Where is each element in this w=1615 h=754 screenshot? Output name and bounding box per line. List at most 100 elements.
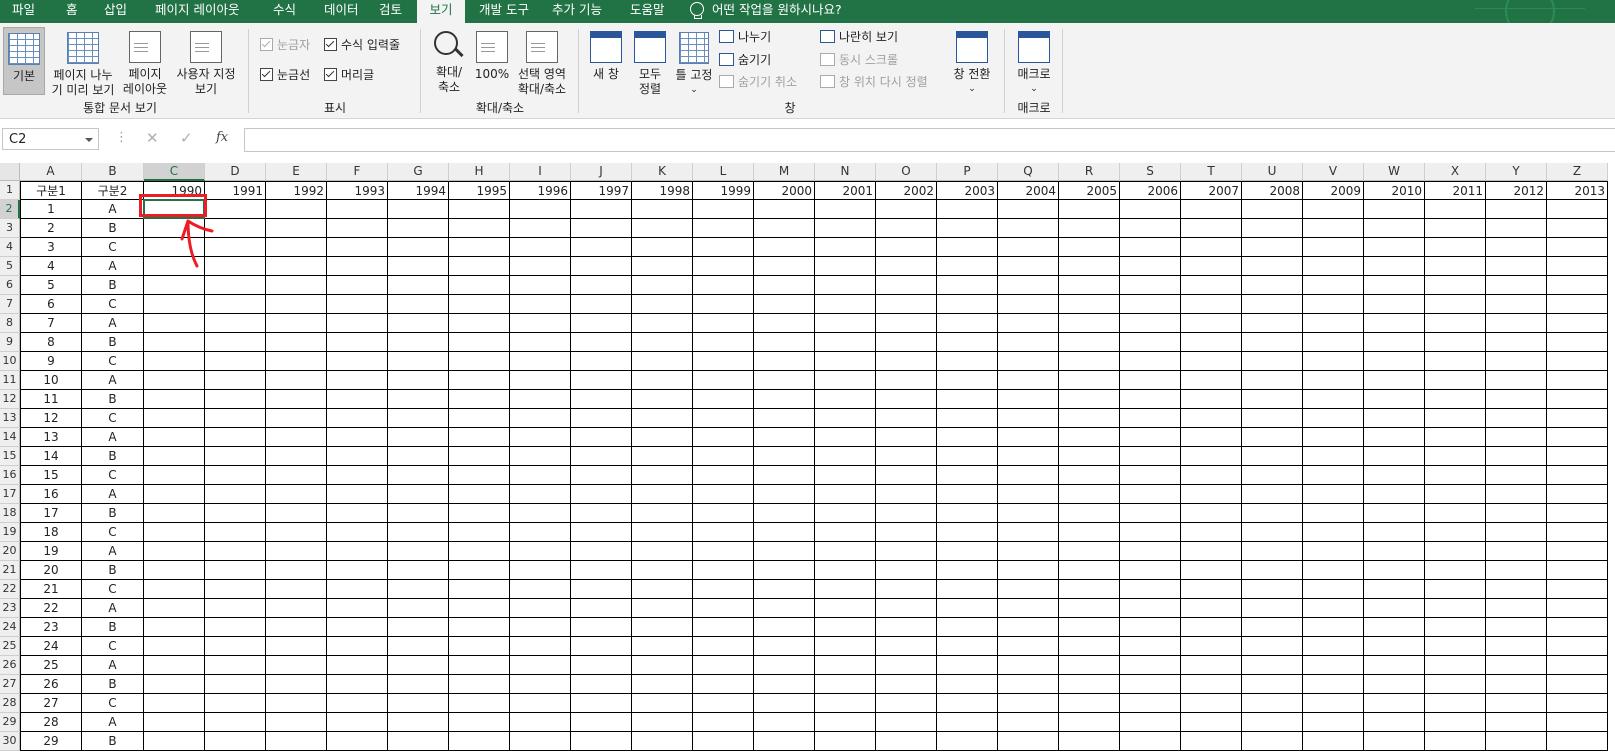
- empty-cell[interactable]: [754, 295, 815, 314]
- empty-cell[interactable]: [632, 599, 693, 618]
- empty-cell[interactable]: [388, 314, 449, 333]
- empty-cell[interactable]: [1364, 276, 1425, 295]
- empty-cell[interactable]: [266, 257, 327, 276]
- empty-cell[interactable]: [1486, 219, 1547, 238]
- row-header[interactable]: 16: [0, 466, 20, 485]
- empty-cell[interactable]: [1303, 276, 1364, 295]
- empty-cell[interactable]: [1181, 276, 1242, 295]
- empty-cell[interactable]: [327, 656, 388, 675]
- column-header-W[interactable]: W: [1364, 163, 1425, 181]
- empty-cell[interactable]: [327, 371, 388, 390]
- empty-cell[interactable]: [327, 219, 388, 238]
- empty-cell[interactable]: [205, 371, 266, 390]
- empty-cell[interactable]: [1425, 276, 1486, 295]
- empty-cell[interactable]: [1486, 295, 1547, 314]
- empty-cell[interactable]: [327, 504, 388, 523]
- empty-cell[interactable]: [1242, 504, 1303, 523]
- row-header[interactable]: 18: [0, 504, 20, 523]
- empty-cell[interactable]: [937, 675, 998, 694]
- empty-cell[interactable]: [1181, 428, 1242, 447]
- empty-cell[interactable]: [1120, 200, 1181, 219]
- data-cell[interactable]: 25: [20, 656, 82, 675]
- empty-cell[interactable]: [327, 618, 388, 637]
- empty-cell[interactable]: [1059, 200, 1120, 219]
- empty-cell[interactable]: [1120, 656, 1181, 675]
- empty-cell[interactable]: [1120, 219, 1181, 238]
- empty-cell[interactable]: [1120, 637, 1181, 656]
- empty-cell[interactable]: [449, 200, 510, 219]
- zoom-button[interactable]: 확대/ 축소: [428, 27, 470, 94]
- empty-cell[interactable]: [1486, 599, 1547, 618]
- empty-cell[interactable]: [1303, 580, 1364, 599]
- empty-cell[interactable]: [1059, 542, 1120, 561]
- empty-cell[interactable]: [144, 485, 205, 504]
- empty-cell[interactable]: [693, 713, 754, 732]
- empty-cell[interactable]: [327, 295, 388, 314]
- empty-cell[interactable]: [1059, 390, 1120, 409]
- empty-cell[interactable]: [1364, 333, 1425, 352]
- data-cell[interactable]: 2: [20, 219, 82, 238]
- empty-cell[interactable]: [1547, 428, 1608, 447]
- empty-cell[interactable]: [205, 333, 266, 352]
- empty-cell[interactable]: [388, 428, 449, 447]
- empty-cell[interactable]: [1120, 238, 1181, 257]
- empty-cell[interactable]: [388, 409, 449, 428]
- empty-cell[interactable]: [1547, 371, 1608, 390]
- empty-cell[interactable]: [693, 428, 754, 447]
- empty-cell[interactable]: [1303, 599, 1364, 618]
- empty-cell[interactable]: [388, 238, 449, 257]
- empty-cell[interactable]: [1486, 637, 1547, 656]
- empty-cell[interactable]: [1364, 485, 1425, 504]
- header-cell[interactable]: 2012: [1486, 181, 1547, 200]
- empty-cell[interactable]: [876, 352, 937, 371]
- empty-cell[interactable]: [144, 371, 205, 390]
- empty-cell[interactable]: [1242, 333, 1303, 352]
- header-cell[interactable]: 구분1: [20, 181, 82, 200]
- empty-cell[interactable]: [754, 257, 815, 276]
- empty-cell[interactable]: [266, 371, 327, 390]
- empty-cell[interactable]: [754, 485, 815, 504]
- empty-cell[interactable]: [876, 219, 937, 238]
- empty-cell[interactable]: [327, 238, 388, 257]
- unhide-button[interactable]: 숨기기 취소: [719, 74, 797, 90]
- empty-cell[interactable]: [205, 409, 266, 428]
- column-header-I[interactable]: I: [510, 163, 571, 181]
- empty-cell[interactable]: [266, 466, 327, 485]
- header-cell[interactable]: 2008: [1242, 181, 1303, 200]
- empty-cell[interactable]: [876, 314, 937, 333]
- empty-cell[interactable]: [876, 333, 937, 352]
- data-cell[interactable]: B: [82, 276, 144, 295]
- empty-cell[interactable]: [754, 219, 815, 238]
- empty-cell[interactable]: [205, 466, 266, 485]
- empty-cell[interactable]: [1364, 561, 1425, 580]
- empty-cell[interactable]: [876, 732, 937, 751]
- empty-cell[interactable]: [1364, 200, 1425, 219]
- header-cell[interactable]: 1994: [388, 181, 449, 200]
- empty-cell[interactable]: [205, 618, 266, 637]
- header-cell[interactable]: 2010: [1364, 181, 1425, 200]
- empty-cell[interactable]: [1486, 580, 1547, 599]
- empty-cell[interactable]: [754, 561, 815, 580]
- empty-cell[interactable]: [876, 675, 937, 694]
- empty-cell[interactable]: [449, 542, 510, 561]
- empty-cell[interactable]: [693, 447, 754, 466]
- empty-cell[interactable]: [876, 200, 937, 219]
- empty-cell[interactable]: [1486, 238, 1547, 257]
- header-cell[interactable]: 1999: [693, 181, 754, 200]
- empty-cell[interactable]: [1364, 675, 1425, 694]
- empty-cell[interactable]: [1486, 561, 1547, 580]
- empty-cell[interactable]: [754, 618, 815, 637]
- empty-cell[interactable]: [510, 257, 571, 276]
- empty-cell[interactable]: [266, 333, 327, 352]
- reset-window-position-button[interactable]: 창 위치 다시 정렬: [820, 74, 928, 90]
- empty-cell[interactable]: [815, 314, 876, 333]
- empty-cell[interactable]: [1425, 257, 1486, 276]
- empty-cell[interactable]: [388, 504, 449, 523]
- empty-cell[interactable]: [1181, 447, 1242, 466]
- empty-cell[interactable]: [510, 694, 571, 713]
- empty-cell[interactable]: [449, 352, 510, 371]
- empty-cell[interactable]: [815, 428, 876, 447]
- empty-cell[interactable]: [937, 694, 998, 713]
- empty-cell[interactable]: [754, 656, 815, 675]
- empty-cell[interactable]: [1303, 409, 1364, 428]
